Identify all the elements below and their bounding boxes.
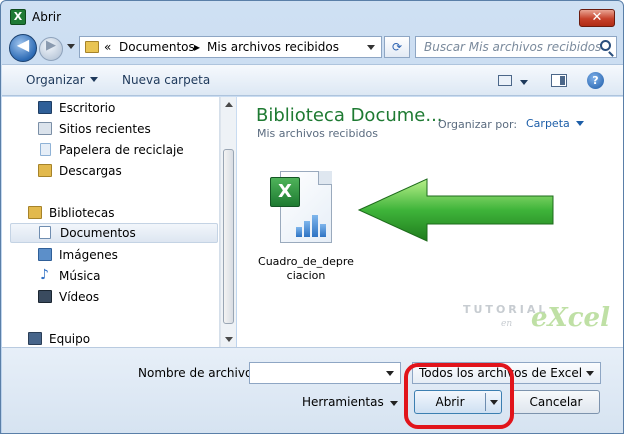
sidebar-item-label: Descargas [59,164,122,178]
recent-places-icon [38,122,52,135]
videos-icon [38,290,52,303]
pictures-icon [38,248,52,261]
split-divider [485,393,486,411]
sidebar-item-label: Documentos [60,226,136,240]
downloads-icon [38,164,52,177]
filename-label: Nombre de archivo: [138,366,257,380]
desktop-icon [38,101,52,114]
excel-file-item[interactable]: X [270,167,336,247]
refresh-button[interactable]: ⟳ [384,36,410,58]
documents-icon [39,226,51,239]
search-input[interactable]: Buscar Mis archivos recibidos [424,40,601,54]
sidebar-item-escritorio[interactable]: Escritorio [2,98,218,118]
address-bar[interactable]: « Documentos ▸ Mis archivos recibidos [79,36,382,58]
sidebar-item-label: Bibliotecas [49,206,115,220]
library-subtitle: Mis archivos recibidos [257,127,378,140]
bar-chart-icon [294,213,326,237]
sidebar-item-label: Equipo [49,332,91,346]
filename-input[interactable] [249,362,401,384]
recycle-bin-icon [40,143,51,156]
arrange-by-dropdown[interactable]: Carpeta [526,117,584,130]
sidebar-item-label: Vídeos [59,290,100,304]
title-bar: X Abrir ✕ [1,1,623,31]
sidebar-item-label: Imágenes [59,248,118,262]
breadcrumb-documentos[interactable]: Documentos [119,40,195,54]
scrollbar-thumb[interactable] [223,149,234,324]
sidebar-item-label: Música [59,269,101,283]
open-file-dialog: X Abrir ✕ ◀ ▶ « Documentos ▸ Mis archivo… [0,0,624,434]
scroll-up-icon[interactable] [225,102,233,107]
navigation-scrollbar[interactable] [220,97,236,347]
recent-locations-dropdown[interactable] [67,44,75,49]
sidebar-item-sitios-recientes[interactable]: Sitios recientes [2,119,218,139]
folder-icon [85,41,99,53]
sidebar-item-equipo[interactable]: Equipo [2,329,218,349]
forward-button[interactable]: ▶ [39,37,63,61]
address-dropdown-icon[interactable] [367,45,375,50]
command-bar: Organizar Nueva carpeta ? [2,64,623,96]
arrange-by-label: Organizar por: [438,118,518,131]
breadcrumb-mis-archivos[interactable]: Mis archivos recibidos [207,40,339,54]
file-name-line-1: Cuadro_de_depre [258,255,354,268]
window-title: Abrir [32,10,62,24]
green-arrow-annotation-icon [357,178,554,242]
music-icon: ♪ [40,267,49,283]
preview-pane-icon[interactable] [551,74,567,87]
new-folder-button[interactable]: Nueva carpeta [122,73,210,87]
library-title: Biblioteca Docume... [256,105,443,126]
file-name-label[interactable]: Cuadro_de_depre ciacion [251,255,361,283]
file-name-line-2: ciacion [286,269,326,282]
file-type-value: Todos los archivos de Excel [419,366,583,380]
sidebar-item-bibliotecas[interactable]: Bibliotecas [2,203,218,223]
view-options-dropdown[interactable] [520,80,528,85]
sidebar-item-descargas[interactable]: Descargas [2,161,218,181]
sidebar-item-papelera[interactable]: Papelera de reciclaje [2,140,218,160]
arrange-by-value: Carpeta [526,117,570,130]
organize-label: Organizar [26,73,85,87]
sidebar-item-label: Papelera de reciclaje [59,143,184,157]
sidebar-item-documentos[interactable]: Documentos [10,223,218,243]
tools-menu-button[interactable]: Herramientas [302,395,384,409]
help-icon[interactable]: ? [587,72,604,89]
open-split-button[interactable]: Abrir [414,390,502,414]
excel-app-icon: X [10,9,26,25]
sidebar-item-imagenes[interactable]: Imágenes [2,245,218,265]
cancel-button[interactable]: Cancelar [512,390,600,414]
chevron-down-icon [89,77,98,82]
refresh-icon: ⟳ [391,40,403,54]
breadcrumb-overflow[interactable]: « [104,40,111,54]
sidebar-item-label: Escritorio [59,101,116,115]
back-button[interactable]: ◀ [9,34,37,62]
search-icon[interactable] [600,40,611,51]
open-options-dropdown-icon[interactable] [490,400,498,405]
sidebar-item-label: Sitios recientes [59,122,151,136]
sidebar-item-musica[interactable]: ♪ Música [2,266,218,286]
tools-chevron-down-icon[interactable] [390,401,398,406]
breadcrumb-separator-icon[interactable]: ▸ [194,40,200,54]
change-view-icon[interactable] [498,75,512,86]
computer-icon [28,332,42,345]
sidebar-item-videos[interactable]: Vídeos [2,287,218,307]
file-list-pane: Biblioteca Docume... Mis archivos recibi… [237,97,623,347]
back-arrow-icon: ◀ [16,35,30,54]
organize-button[interactable]: Organizar [26,73,98,87]
scroll-down-icon[interactable] [225,337,233,342]
watermark-en: en [501,319,513,329]
libraries-icon [28,206,42,219]
search-box[interactable]: Buscar Mis archivos recibidos [415,36,617,58]
file-type-select[interactable]: Todos los archivos de Excel [412,362,601,384]
forward-arrow-icon: ▶ [46,38,56,53]
tutorial-en-excel-watermark: TUTORIAL en eXcel [463,289,619,341]
navigation-pane: Escritorio Sitios recientes Papelera de … [2,97,220,347]
footer-panel: Nombre de archivo: Todos los archivos de… [2,347,623,433]
close-button[interactable]: ✕ [579,9,615,27]
chevron-down-icon [586,371,594,376]
excel-file-icon: X [270,177,300,207]
open-button[interactable]: Abrir [415,395,485,409]
filename-history-dropdown-icon[interactable] [386,371,394,376]
watermark-excel: eXcel [531,303,610,333]
chevron-down-icon [575,121,584,126]
